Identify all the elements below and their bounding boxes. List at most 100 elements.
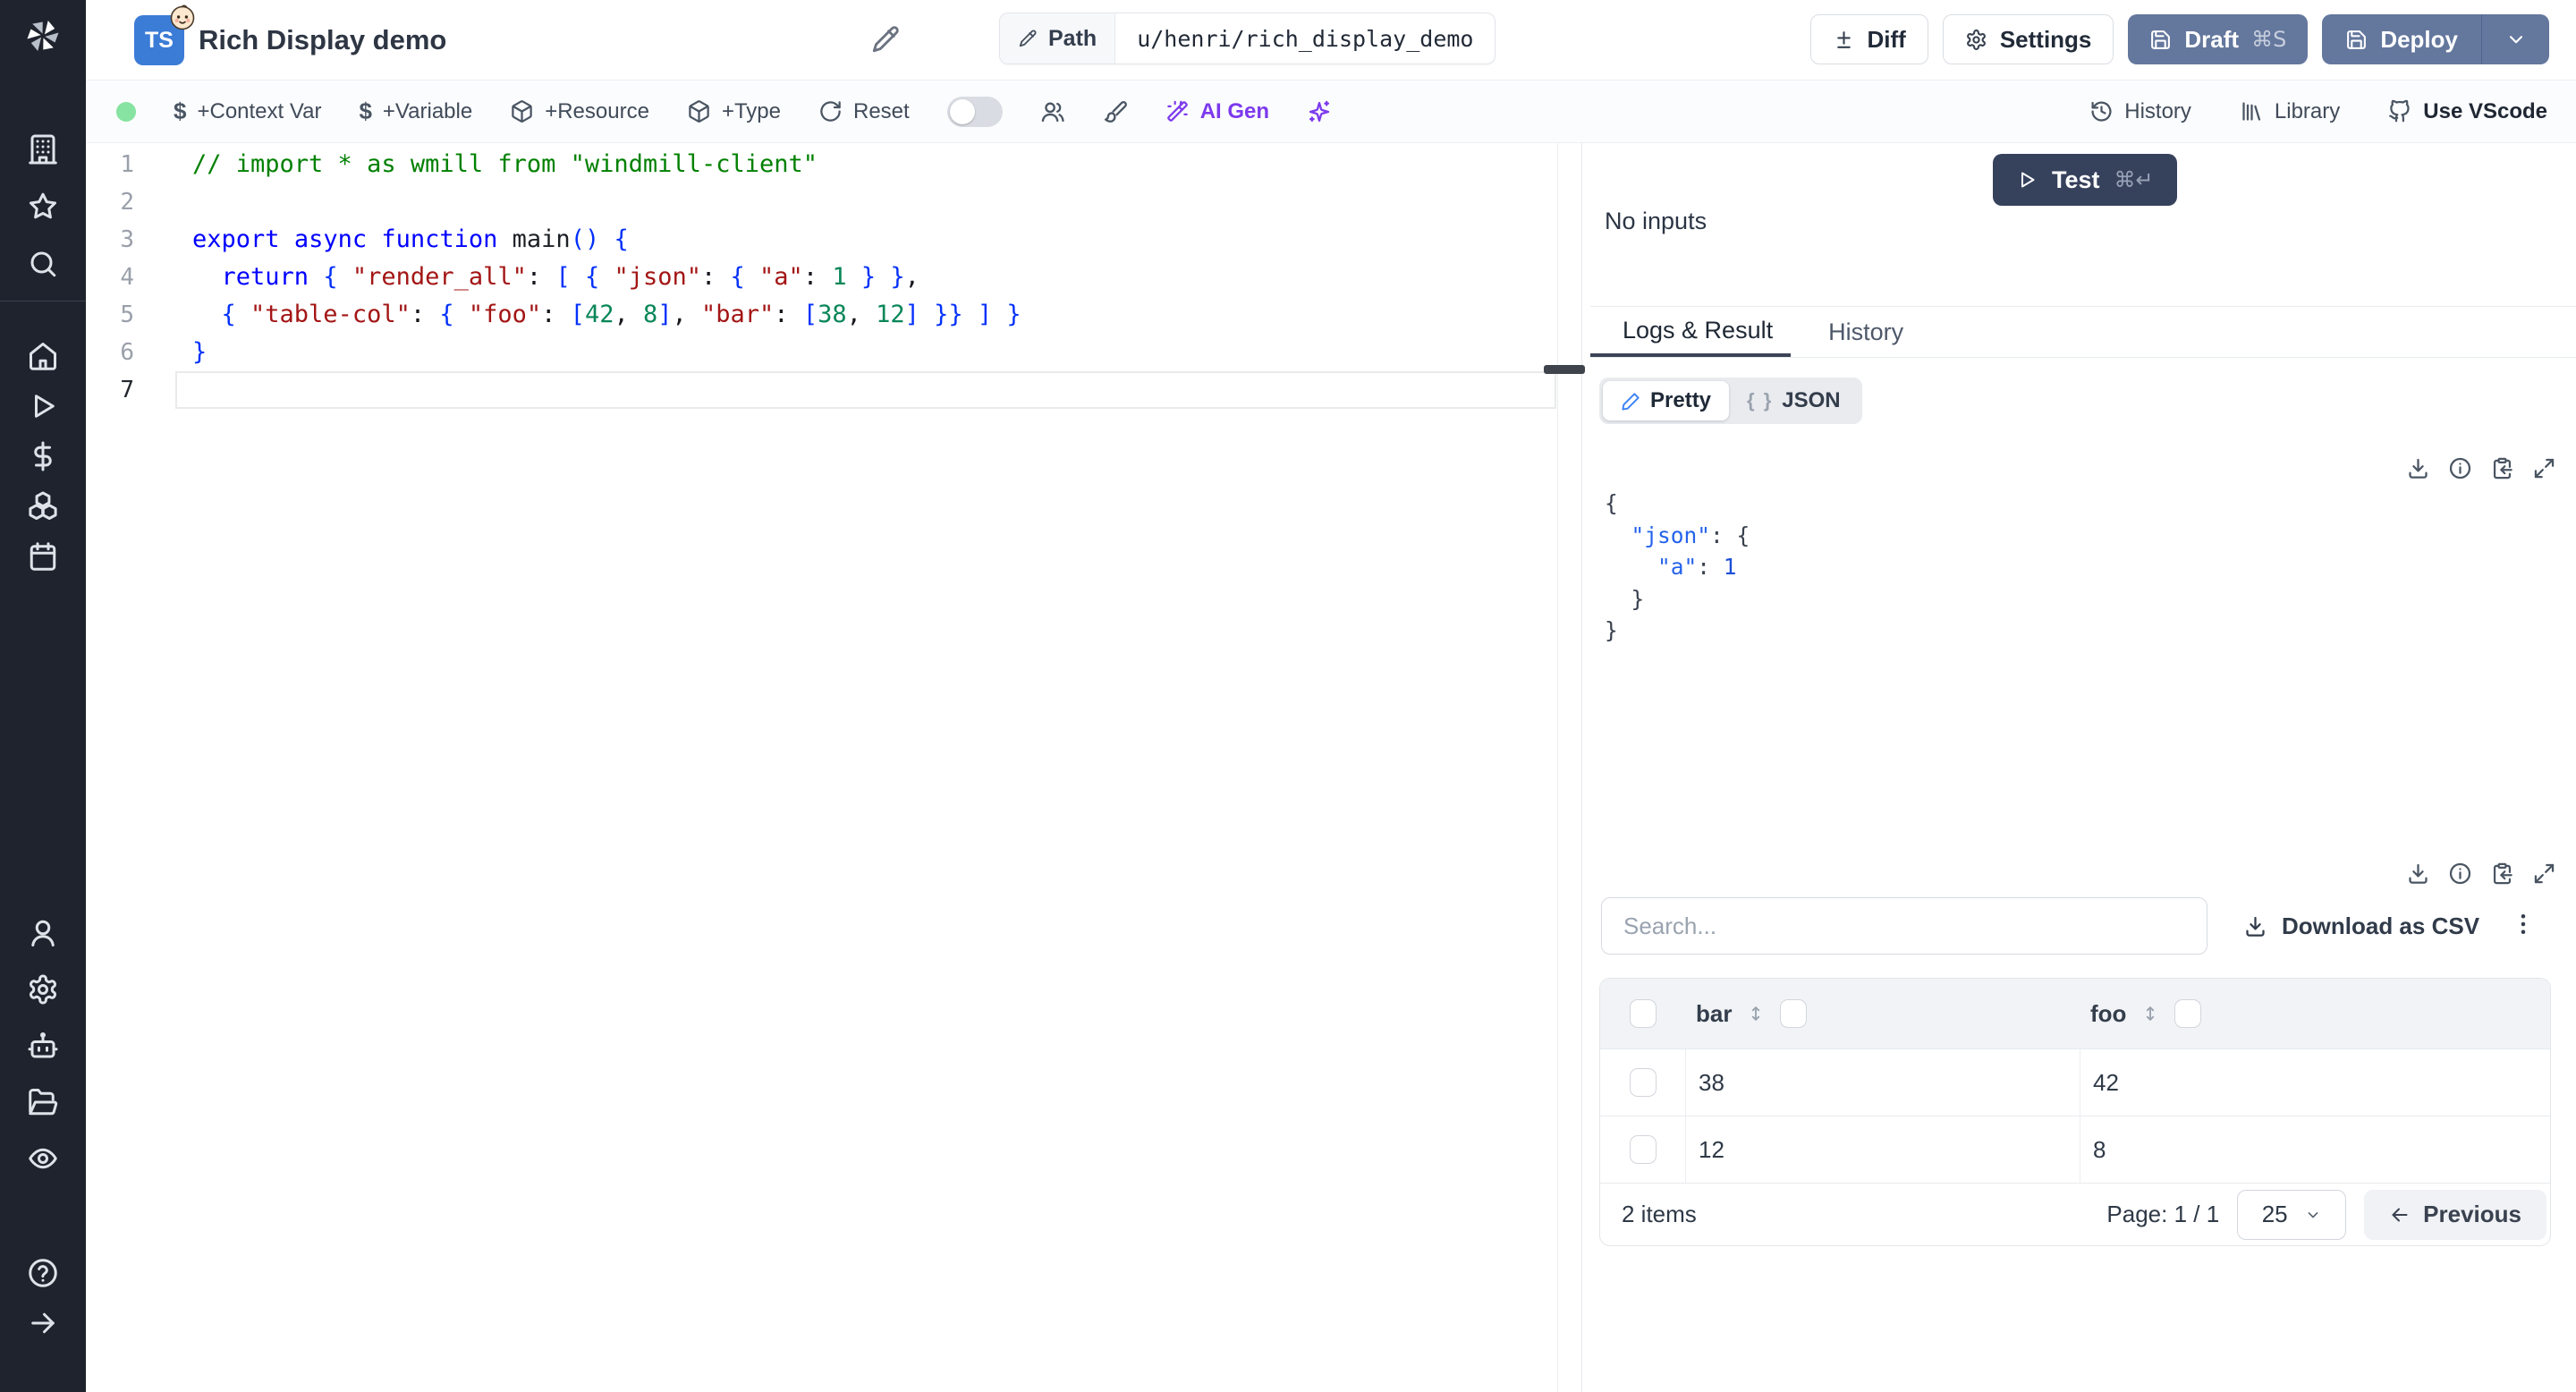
settings-icon bbox=[27, 973, 59, 1006]
sort-icon[interactable] bbox=[1746, 1004, 1766, 1023]
deploy-button[interactable]: Deploy bbox=[2322, 14, 2481, 64]
format-button[interactable] bbox=[1103, 99, 1128, 124]
code-line[interactable]: export async function main() { bbox=[175, 221, 1556, 259]
add-type-button[interactable]: +Type bbox=[687, 99, 781, 124]
sidebar-item-calendar[interactable] bbox=[0, 530, 86, 582]
code-line[interactable]: { "table-col": { "foo": [42, 8], "bar": … bbox=[175, 296, 1556, 334]
code-lines[interactable]: // import * as wmill from "windmill-clie… bbox=[175, 146, 1556, 409]
gear-icon bbox=[1965, 29, 1987, 51]
add-resource-label: +Resource bbox=[545, 98, 649, 123]
settings-button[interactable]: Settings bbox=[1942, 14, 2114, 64]
sidebar-item-help[interactable] bbox=[0, 1247, 86, 1299]
diff-icon bbox=[1833, 29, 1855, 51]
json-line: "json": { bbox=[1631, 522, 1750, 548]
table-row: 38 42 bbox=[1600, 1048, 2550, 1116]
building-icon bbox=[27, 133, 59, 166]
pretty-label: Pretty bbox=[1650, 388, 1712, 412]
deploy-dropdown-button[interactable] bbox=[2481, 14, 2549, 64]
deploy-button-group: Deploy bbox=[2322, 14, 2549, 64]
info-icon[interactable] bbox=[2448, 456, 2472, 480]
tab-history[interactable]: History bbox=[1791, 307, 1941, 357]
sidebar-item-dollar[interactable] bbox=[0, 430, 86, 482]
download-csv-button[interactable]: Download as CSV bbox=[2243, 912, 2479, 940]
path-control[interactable]: Path u/henri/rich_display_demo bbox=[999, 13, 1496, 64]
ai-sparkles-button[interactable] bbox=[1307, 99, 1332, 124]
splitter-drag-handle[interactable] bbox=[1544, 365, 1585, 374]
run-panel: Test ⌘↵ No inputs Logs & Result History … bbox=[1590, 143, 2576, 1392]
code-line[interactable]: return { "render_all": [ { "json": { "a"… bbox=[175, 259, 1556, 296]
bot-icon bbox=[27, 1030, 59, 1062]
expand-icon[interactable] bbox=[2532, 862, 2556, 886]
sidebar-item-home[interactable] bbox=[0, 330, 86, 382]
result-view-toggle: Pretty { } JSON bbox=[1599, 378, 1862, 424]
sidebar-item-play[interactable] bbox=[0, 380, 86, 432]
download-icon[interactable] bbox=[2406, 456, 2430, 480]
test-shortcut: ⌘↵ bbox=[2114, 167, 2154, 192]
sidebar-item-user[interactable] bbox=[0, 907, 86, 959]
diff-button[interactable]: Diff bbox=[1809, 14, 1928, 64]
code-line[interactable]: } bbox=[175, 334, 1556, 371]
code-line[interactable]: // import * as wmill from "windmill-clie… bbox=[175, 146, 1556, 183]
test-label: Test bbox=[2052, 166, 2100, 193]
table-cell: 8 bbox=[2080, 1116, 2550, 1183]
sort-icon[interactable] bbox=[2140, 1004, 2160, 1023]
add-resource-button[interactable]: +Resource bbox=[510, 99, 649, 124]
code-line[interactable] bbox=[175, 371, 1556, 409]
play-icon bbox=[2016, 169, 2038, 191]
panel-splitter[interactable] bbox=[1581, 143, 1590, 1392]
edit-title-button[interactable] bbox=[870, 24, 902, 56]
copy-icon[interactable] bbox=[2490, 456, 2514, 480]
package-icon bbox=[510, 99, 534, 123]
sidebar-item-settings[interactable] bbox=[0, 963, 86, 1015]
table-cell: 38 bbox=[1685, 1049, 2080, 1116]
code-editor[interactable]: 1 2 3 4 5 6 7 // import * as wmill from "windm… bbox=[86, 143, 1581, 1392]
sidebar-item-folder-open[interactable] bbox=[0, 1076, 86, 1128]
previous-page-button[interactable]: Previous bbox=[2364, 1189, 2546, 1240]
table-menu-button[interactable] bbox=[2510, 911, 2540, 941]
column-checkbox[interactable] bbox=[2174, 999, 2202, 1028]
test-button[interactable]: Test ⌘↵ bbox=[1993, 154, 2177, 206]
pencil-icon bbox=[1018, 29, 1038, 48]
tab-logs-and-result[interactable]: Logs & Result bbox=[1590, 307, 1792, 357]
sidebar-item-search[interactable] bbox=[0, 238, 86, 290]
add-context-var-button[interactable]: $ +Context Var bbox=[174, 98, 321, 125]
page-size-select[interactable]: 25 bbox=[2237, 1189, 2347, 1240]
history-button[interactable]: History bbox=[2089, 99, 2191, 124]
pretty-view-button[interactable]: Pretty bbox=[1603, 381, 1730, 420]
sidebar-item-building[interactable] bbox=[0, 123, 86, 175]
expand-icon[interactable] bbox=[2532, 456, 2556, 480]
info-icon[interactable] bbox=[2448, 862, 2472, 886]
refresh-icon bbox=[818, 99, 843, 123]
sidebar-item-star[interactable] bbox=[0, 181, 86, 233]
sidebar-item-boxes[interactable] bbox=[0, 480, 86, 532]
status-dot bbox=[116, 101, 136, 122]
download-icon[interactable] bbox=[2406, 862, 2430, 886]
reset-button[interactable]: Reset bbox=[818, 99, 910, 124]
script-path: u/henri/rich_display_demo bbox=[1137, 25, 1474, 52]
multiplayer-toggle[interactable] bbox=[946, 96, 1003, 127]
draft-shortcut: ⌘S bbox=[2251, 27, 2287, 52]
copy-icon[interactable] bbox=[2490, 862, 2514, 886]
row-checkbox[interactable] bbox=[1629, 1068, 1657, 1097]
column-checkbox[interactable] bbox=[1780, 999, 1808, 1028]
code-line[interactable] bbox=[175, 183, 1556, 221]
sidebar-item-arrow-right[interactable] bbox=[0, 1297, 86, 1349]
windmill-logo[interactable] bbox=[0, 11, 86, 61]
page-title: Rich Display demo bbox=[199, 24, 447, 55]
library-button[interactable]: Library bbox=[2240, 99, 2340, 124]
json-line: } bbox=[1605, 617, 1618, 643]
sidebar-item-bot[interactable] bbox=[0, 1020, 86, 1072]
select-all-checkbox[interactable] bbox=[1629, 999, 1657, 1028]
table-cell: 12 bbox=[1685, 1116, 2080, 1183]
row-checkbox[interactable] bbox=[1629, 1135, 1657, 1164]
chevron-down-icon bbox=[2304, 1206, 2322, 1224]
draft-button[interactable]: Draft ⌘S bbox=[2128, 14, 2309, 64]
json-view-button[interactable]: { } JSON bbox=[1729, 381, 1859, 420]
sidebar-item-eye[interactable] bbox=[0, 1133, 86, 1184]
search-input[interactable] bbox=[1601, 897, 2207, 955]
json-result: { "json": { "a": 1 }} bbox=[1605, 488, 1750, 647]
collaborators-button[interactable] bbox=[1040, 99, 1065, 124]
ai-gen-button[interactable]: AI Gen bbox=[1165, 99, 1269, 124]
use-vscode-button[interactable]: Use VScode bbox=[2388, 99, 2547, 124]
add-variable-button[interactable]: $ +Variable bbox=[359, 98, 472, 125]
